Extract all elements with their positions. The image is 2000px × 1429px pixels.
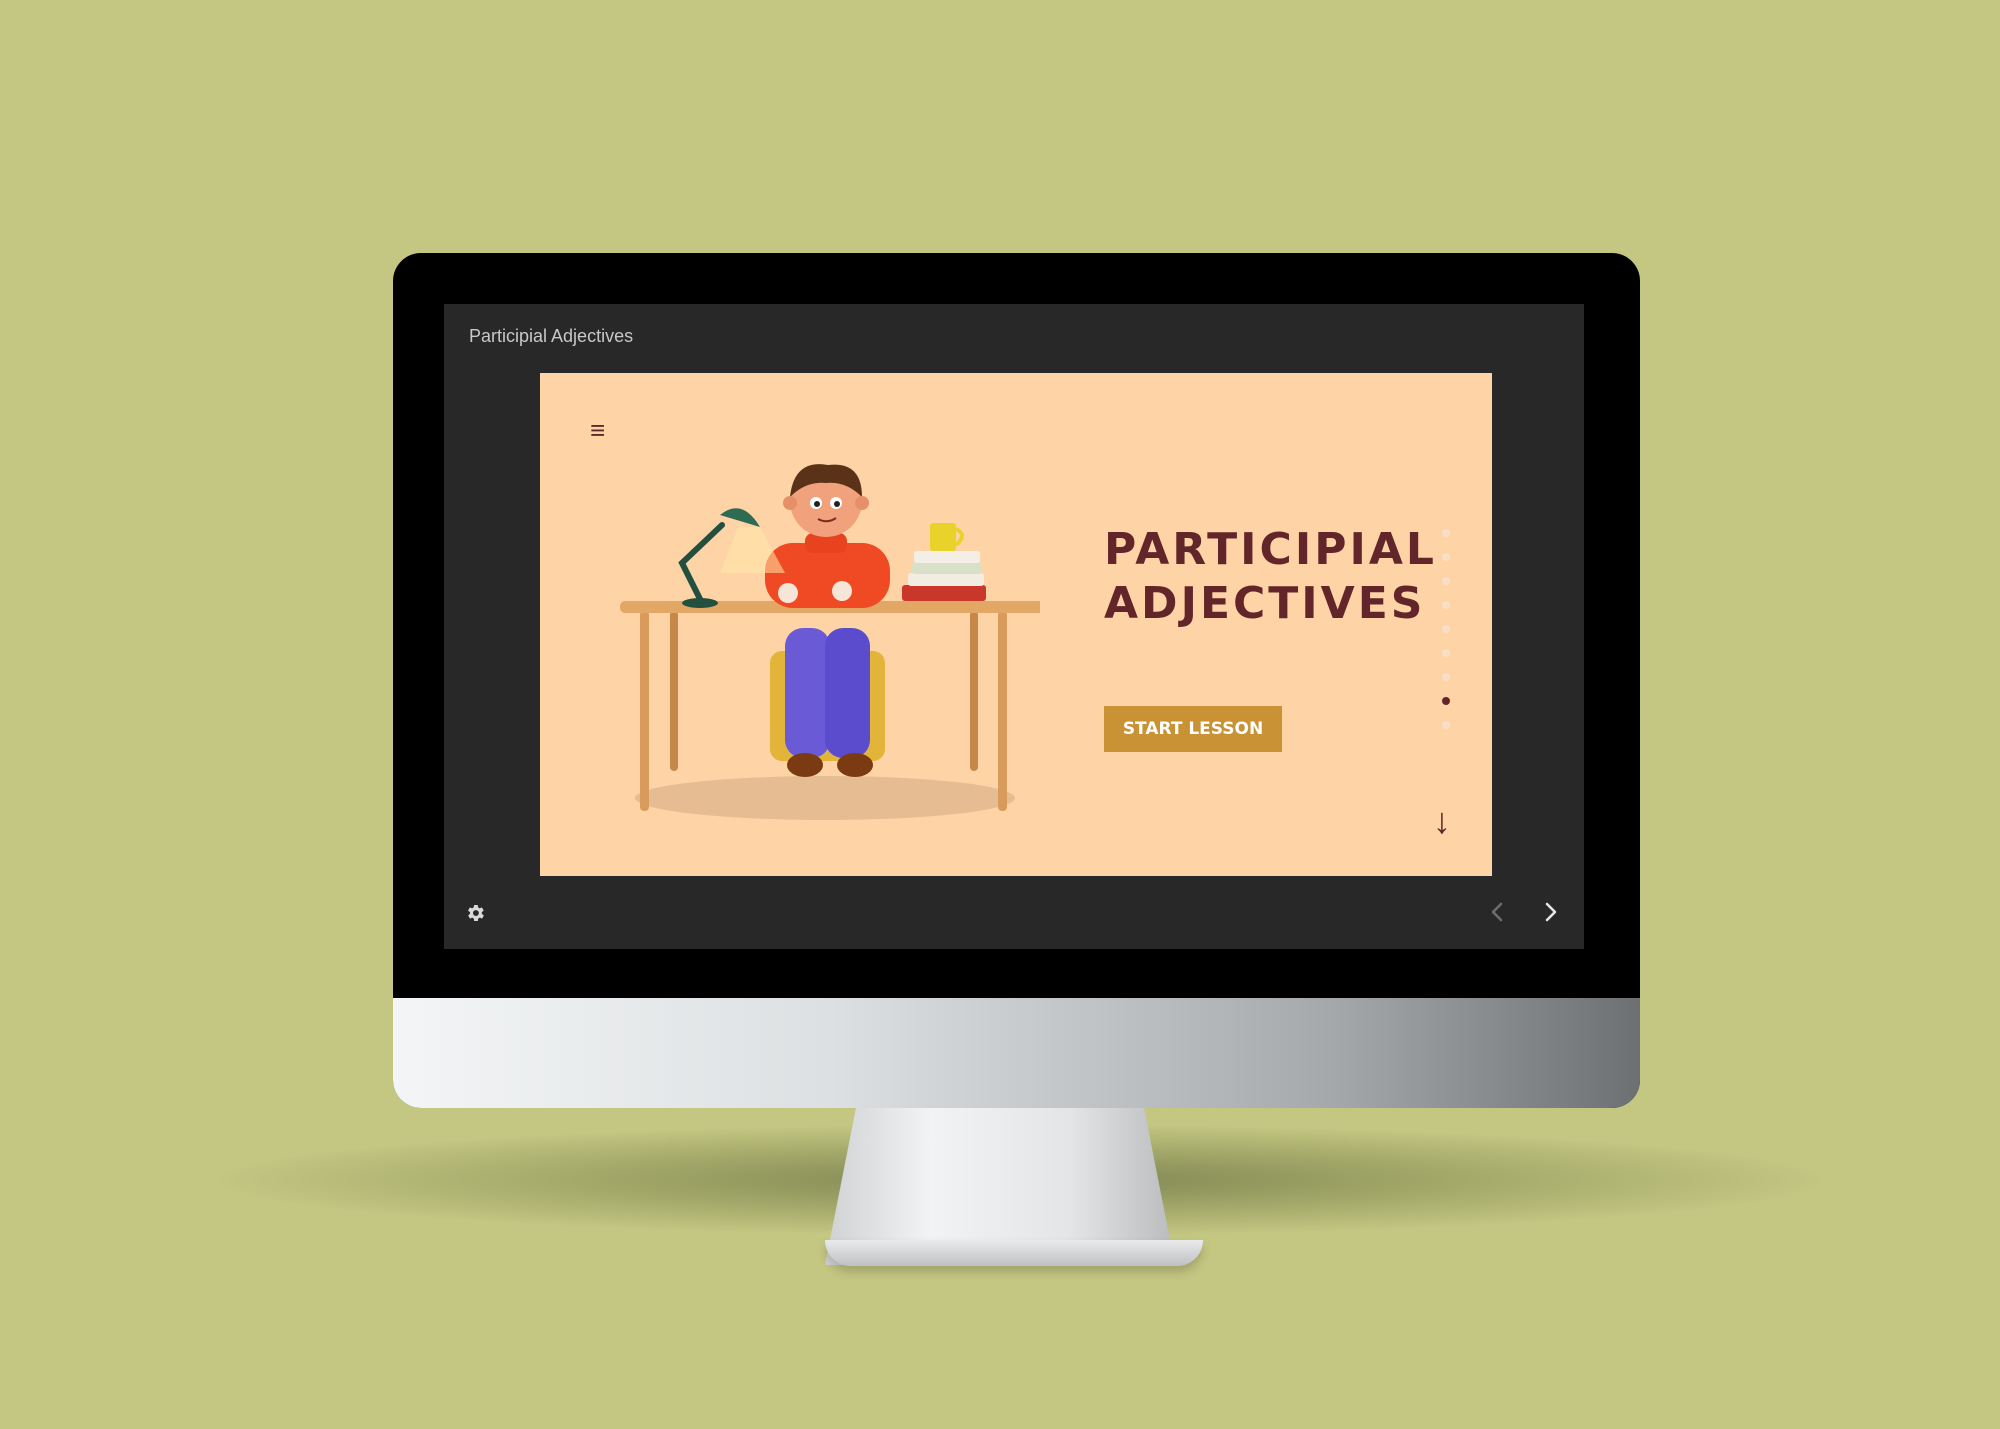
progress-dot[interactable] bbox=[1442, 529, 1450, 537]
progress-dot[interactable] bbox=[1442, 601, 1450, 609]
lesson-slide: ≡ PARTICIPIAL ADJECTIVES START LESSON ↓ bbox=[540, 373, 1492, 876]
chevron-left-icon[interactable] bbox=[1484, 897, 1510, 927]
scroll-down-arrow-icon[interactable]: ↓ bbox=[1433, 803, 1451, 839]
gear-icon[interactable] bbox=[464, 902, 486, 924]
slide-title-line2: ADJECTIVES bbox=[1104, 578, 1426, 629]
progress-dot[interactable] bbox=[1442, 673, 1450, 681]
progress-dot[interactable] bbox=[1442, 649, 1450, 657]
monitor-stand-base bbox=[825, 1240, 1203, 1266]
menu-icon[interactable]: ≡ bbox=[590, 417, 605, 443]
progress-dot-active[interactable] bbox=[1442, 697, 1450, 705]
slide-progress-dots bbox=[1440, 529, 1452, 745]
app-window: Participial Adjectives ≡ PARTICIPIAL ADJ… bbox=[444, 304, 1584, 949]
monitor: Participial Adjectives ≡ PARTICIPIAL ADJ… bbox=[393, 253, 1640, 1108]
student-at-desk-illustration bbox=[620, 464, 1040, 820]
slide-title: PARTICIPIAL ADJECTIVES bbox=[1104, 523, 1437, 631]
progress-dot[interactable] bbox=[1442, 553, 1450, 561]
start-lesson-button[interactable]: START LESSON bbox=[1104, 706, 1282, 752]
progress-dot[interactable] bbox=[1442, 577, 1450, 585]
monitor-chin bbox=[393, 998, 1640, 1108]
app-title: Participial Adjectives bbox=[469, 326, 634, 346]
chevron-right-icon[interactable] bbox=[1538, 897, 1564, 927]
slide-title-line1: PARTICIPIAL bbox=[1104, 524, 1437, 575]
progress-dot[interactable] bbox=[1442, 721, 1450, 729]
progress-dot[interactable] bbox=[1442, 625, 1450, 633]
